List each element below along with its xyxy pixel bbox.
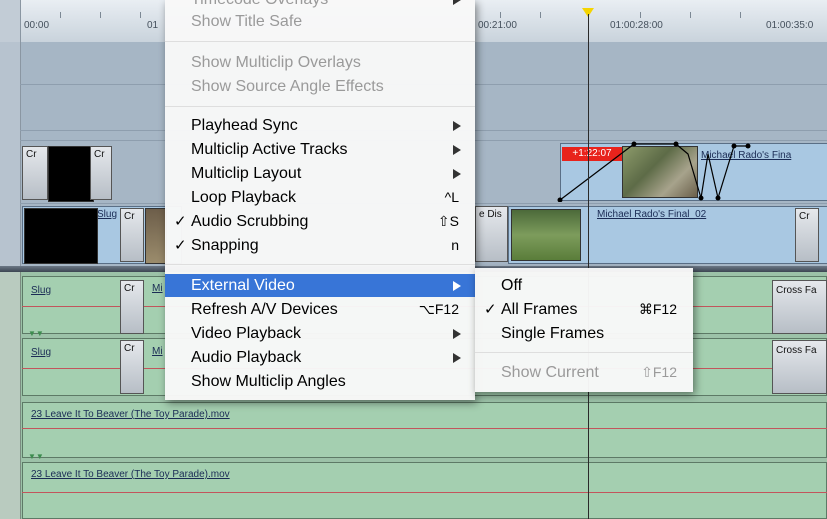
submenu-arrow-icon [453, 169, 461, 179]
menu-separator [475, 352, 693, 353]
final-cut-timeline-window: 00:00 01 00:21:00 01:00:28:00 01:00:35:0… [0, 0, 827, 519]
submenu-arrow-icon [453, 329, 461, 339]
audio-level-line[interactable] [22, 428, 827, 429]
transition-clip[interactable]: Cr [90, 146, 112, 200]
ruler-tick [540, 12, 541, 18]
ruler-tick [140, 12, 141, 18]
menu-item-multiclip-layout[interactable]: Multiclip Layout [165, 162, 475, 185]
playhead-line[interactable] [588, 14, 589, 519]
menu-item-show-multiclip-angles[interactable]: Show Multiclip Angles [165, 370, 475, 393]
ruler-timecode: 00:00 [24, 20, 50, 31]
audio-clip-label: Mi [152, 346, 163, 357]
audio-transition[interactable]: Cr [120, 340, 144, 394]
ruler-tick [690, 12, 691, 18]
link-indicator-icon: ▼▼ [28, 329, 44, 338]
shortcut-label: ⌥F12 [418, 301, 459, 317]
transition-clip[interactable]: Cr [22, 146, 48, 200]
menu-separator [165, 264, 475, 265]
menu-item-refresh-av-devices[interactable]: Refresh A/V Devices ⌥F12 [165, 298, 475, 321]
ruler-tick [100, 12, 101, 18]
submenu-item-show-current[interactable]: Show Current ⇧F12 [475, 361, 693, 384]
shortcut-label: ⌘F12 [638, 301, 677, 317]
menu-item-audio-playback[interactable]: Audio Playback [165, 346, 475, 369]
ruler-tick [740, 12, 741, 18]
clip-thumbnail[interactable] [48, 146, 94, 202]
shortcut-label: n [451, 237, 459, 253]
check-icon: ✓ [174, 213, 187, 230]
menu-separator [165, 106, 475, 107]
menu-item-video-playback[interactable]: Video Playback [165, 322, 475, 345]
ruler-timecode: 00:21:00 [478, 20, 517, 31]
submenu-item-single-frames[interactable]: Single Frames [475, 322, 693, 345]
check-icon: ✓ [174, 237, 187, 254]
audio-level-line[interactable] [22, 492, 827, 493]
ruler-tick [500, 12, 501, 18]
menu-item-show-source-angle-effects[interactable]: Show Source Angle Effects [165, 75, 475, 98]
ruler-timecode: 01 [147, 20, 159, 31]
submenu-item-all-frames[interactable]: ✓ All Frames ⌘F12 [475, 298, 693, 321]
video-track-controls [0, 42, 21, 270]
submenu-arrow-icon [453, 0, 461, 5]
transition-clip[interactable]: Cr [120, 208, 144, 262]
link-indicator-icon: ▼▼ [28, 452, 44, 461]
menu-item-external-video[interactable]: External Video [165, 274, 475, 297]
transition-clip[interactable]: Cr [795, 208, 819, 262]
submenu-arrow-icon [453, 353, 461, 363]
view-menu: Timecode Overlays Show Title Safe Show M… [165, 0, 475, 400]
shortcut-label: ⇧S [437, 213, 459, 229]
shortcut-label: ^L [444, 189, 459, 205]
ruler-timecode: 01:00:35:0 [766, 20, 814, 31]
menu-item-playhead-sync[interactable]: Playhead Sync [165, 114, 475, 137]
submenu-item-off[interactable]: Off [475, 274, 693, 297]
transition-clip[interactable]: e Dis [475, 206, 508, 262]
audio-clip-label: Mi [152, 283, 163, 294]
menu-separator [165, 41, 475, 42]
menu-item-show-title-safe[interactable]: Show Title Safe [165, 10, 475, 33]
submenu-arrow-icon [453, 121, 461, 131]
submenu-arrow-icon [453, 281, 461, 291]
audio-transition[interactable]: Cross Fa [772, 280, 827, 334]
menu-item-audio-scrubbing[interactable]: ✓ Audio Scrubbing ⇧S [165, 210, 475, 233]
audio-clip-a3[interactable]: 23 Leave It To Beaver (The Toy Parade).m… [22, 402, 827, 458]
ruler-tick [60, 12, 61, 18]
clip-thumbnail[interactable] [24, 208, 98, 264]
audio-track-controls [0, 272, 21, 519]
menu-item-loop-playback[interactable]: Loop Playback ^L [165, 186, 475, 209]
menu-item-multiclip-active-tracks[interactable]: Multiclip Active Tracks [165, 138, 475, 161]
external-video-submenu: Off ✓ All Frames ⌘F12 Single Frames Show… [475, 268, 693, 392]
menu-item-snapping[interactable]: ✓ Snapping n [165, 234, 475, 257]
menu-item-show-multiclip-overlays[interactable]: Show Multiclip Overlays [165, 51, 475, 74]
shortcut-label: ⇧F12 [641, 364, 677, 380]
ruler-corner [0, 0, 21, 42]
check-icon: ✓ [484, 301, 497, 318]
ruler-timecode: 01:00:28:00 [610, 20, 663, 31]
audio-transition[interactable]: Cross Fa [772, 340, 827, 394]
audio-transition[interactable]: Cr [120, 280, 144, 334]
clip-thumbnail[interactable] [511, 209, 581, 261]
audio-clip-a4[interactable]: 23 Leave It To Beaver (The Toy Parade).m… [22, 462, 827, 519]
clip-thumbnail[interactable] [145, 208, 167, 264]
submenu-arrow-icon [453, 145, 461, 155]
ruler-tick [640, 12, 641, 18]
